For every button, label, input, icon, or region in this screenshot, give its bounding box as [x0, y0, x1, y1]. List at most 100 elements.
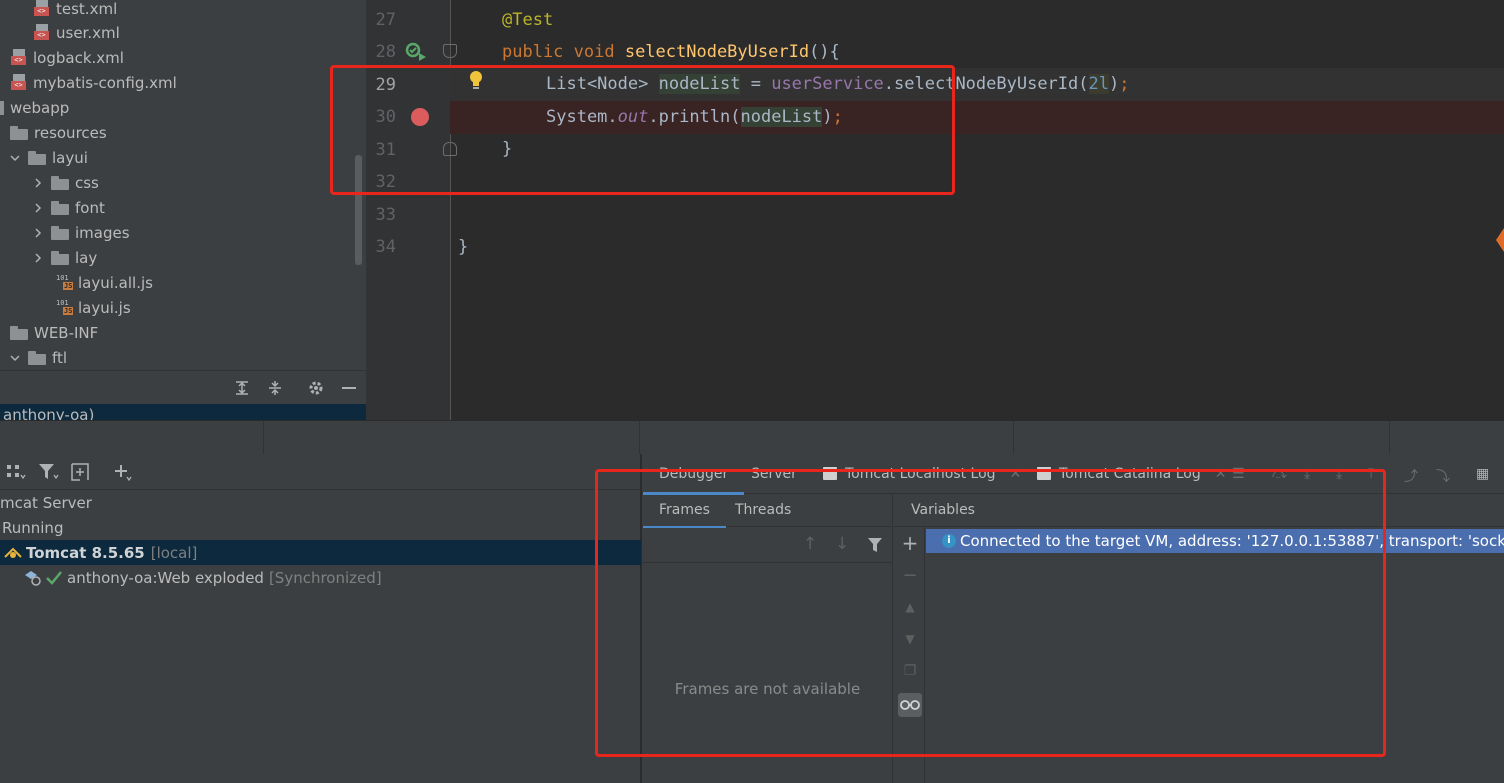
close-icon[interactable]: ✕ — [1010, 466, 1022, 482]
copy-icon[interactable]: ❐ — [898, 659, 922, 683]
code-variable: nodeList — [740, 107, 823, 127]
log-icon — [823, 467, 837, 480]
tab-debugger[interactable]: Debugger — [642, 466, 745, 495]
tree-item-logback-xml[interactable]: logback.xml — [10, 45, 124, 70]
tree-item-font[interactable]: font — [31, 195, 105, 220]
add-watch-icon[interactable]: + — [898, 531, 922, 555]
tomcat-icon — [4, 547, 22, 558]
tab-threads[interactable]: Threads — [735, 502, 791, 518]
evaluate-icon[interactable]: ▦ — [1476, 466, 1489, 482]
hide-icon[interactable] — [340, 379, 358, 397]
line-number: 33 — [375, 205, 396, 225]
code-annotation: @Test — [502, 10, 554, 30]
info-icon: i — [942, 534, 956, 548]
tree-item-ftl[interactable]: ftl — [8, 345, 67, 370]
code-line-30[interactable]: System.out.println(nodeList); — [450, 101, 1504, 134]
tree-item-label: css — [75, 173, 99, 192]
tab-server[interactable]: Server — [751, 466, 797, 482]
tab-tomcat-catalina-log[interactable]: Tomcat Catalina Log ✕ — [1037, 466, 1226, 482]
tree-item-layui-all-js[interactable]: 101 JS layui.all.js — [56, 270, 153, 295]
filter-icon[interactable] — [867, 537, 883, 553]
service-artifact-node[interactable]: anthony-oa:Web exploded [Synchronized] — [23, 565, 382, 590]
service-status-node[interactable]: Running — [2, 515, 63, 540]
step-out-icon[interactable]: ⤒ — [1368, 466, 1374, 482]
edge-marker-icon — [1496, 228, 1504, 252]
service-root-node[interactable]: mcat Server — [0, 490, 92, 515]
code-type: List<Node> — [546, 74, 659, 94]
force-step-into-icon[interactable]: ⤓ — [1336, 466, 1342, 482]
line-number: 32 — [375, 172, 396, 192]
code-text: System. — [546, 107, 618, 127]
run-to-cursor-icon[interactable]: ⤵ — [1436, 466, 1450, 486]
code-line-34[interactable]: } — [450, 231, 1504, 264]
expand-all-icon[interactable] — [233, 379, 251, 397]
chevron-down-icon[interactable] — [8, 151, 22, 165]
filter-icon[interactable] — [38, 463, 60, 481]
hamburger-icon[interactable]: ☰ — [1232, 466, 1245, 482]
tree-item-label: layui.js — [78, 298, 131, 317]
step-into-icon[interactable]: ⤓ — [1304, 466, 1310, 482]
code-line-27[interactable]: @Test — [450, 4, 1504, 37]
folder-icon — [10, 125, 28, 140]
code-line-28[interactable]: public void selectNodeByUserId(){ — [450, 36, 1504, 69]
artifact-tag: [Synchronized] — [268, 568, 382, 587]
tree-item-resources[interactable]: resources — [10, 120, 107, 145]
code-text: .println( — [648, 107, 741, 127]
services-panel: mcat Server Running Tomcat 8.5.65 [local… — [0, 454, 641, 783]
tree-item-test-xml[interactable]: test.xml — [33, 0, 117, 21]
tree-item-layui[interactable]: layui — [8, 145, 88, 170]
project-scrollbar[interactable] — [355, 155, 362, 265]
folder-icon — [51, 250, 69, 265]
folder-icon — [0, 100, 4, 115]
run-test-icon[interactable] — [404, 42, 428, 62]
tree-item-label: lay — [75, 248, 98, 267]
variables-info-row[interactable]: i Connected to the target VM, address: '… — [926, 529, 1504, 553]
close-icon[interactable]: ✕ — [1215, 466, 1227, 482]
tree-item-web-inf[interactable]: WEB-INF — [10, 320, 98, 345]
add-icon[interactable] — [112, 462, 134, 482]
breakpoint-icon[interactable] — [411, 108, 429, 126]
artifact-icon — [25, 570, 41, 586]
chevron-down-icon[interactable] — [8, 351, 22, 365]
tree-item-label: images — [75, 223, 130, 242]
tab-frames[interactable]: Frames — [643, 502, 726, 528]
move-up-icon[interactable]: ▲ — [898, 595, 922, 619]
divider-separator — [1389, 421, 1390, 455]
tree-item-label: mybatis-config.xml — [33, 73, 177, 92]
code-line-31[interactable]: } — [450, 133, 1504, 166]
tree-item-label: layui.all.js — [78, 273, 153, 292]
divider-separator — [1013, 421, 1014, 455]
gear-icon[interactable] — [307, 379, 325, 397]
tree-item-user-xml[interactable]: user.xml — [33, 20, 120, 45]
chevron-right-icon[interactable] — [31, 226, 45, 240]
tab-tomcat-localhost-log[interactable]: Tomcat Localhost Log ✕ — [823, 466, 1021, 482]
service-tomcat-node[interactable]: Tomcat 8.5.65 [local] — [0, 540, 641, 565]
chevron-right-icon[interactable] — [31, 176, 45, 190]
tree-item-webapp[interactable]: webapp — [0, 95, 69, 120]
chevron-right-icon[interactable] — [31, 201, 45, 215]
frames-toolbar: ↑ ↓ — [642, 527, 893, 563]
tree-item-lay[interactable]: lay — [31, 245, 97, 270]
divider-separator — [639, 421, 640, 455]
remove-watch-icon[interactable]: − — [898, 563, 922, 587]
glasses-icon[interactable] — [898, 693, 922, 717]
step-over-icon[interactable]: ⤼ — [1272, 466, 1287, 482]
tree-item-images[interactable]: images — [31, 220, 130, 245]
tree-item-mybatis-config[interactable]: mybatis-config.xml — [10, 70, 177, 95]
arrow-up-icon[interactable]: ↑ — [803, 534, 817, 554]
tree-item-css[interactable]: css — [31, 170, 99, 195]
project-selected-row[interactable]: anthony-oa) — [0, 404, 366, 420]
move-down-icon[interactable]: ▼ — [898, 627, 922, 651]
chevron-right-icon[interactable] — [31, 251, 45, 265]
group-icon[interactable] — [6, 463, 26, 481]
new-service-icon[interactable] — [70, 462, 90, 482]
arrow-down-icon[interactable]: ↓ — [835, 534, 849, 554]
drop-frame-icon[interactable]: ⤴ — [1404, 466, 1418, 486]
line-number: 28 — [375, 42, 396, 62]
code-variable: nodeList — [658, 74, 741, 94]
code-text: } — [502, 139, 513, 159]
folder-icon — [28, 350, 46, 365]
collapse-all-icon[interactable] — [266, 379, 284, 397]
code-line-29[interactable]: List<Node> nodeList = userService.select… — [450, 68, 1504, 101]
tree-item-layui-js[interactable]: 101 JS layui.js — [56, 295, 131, 320]
